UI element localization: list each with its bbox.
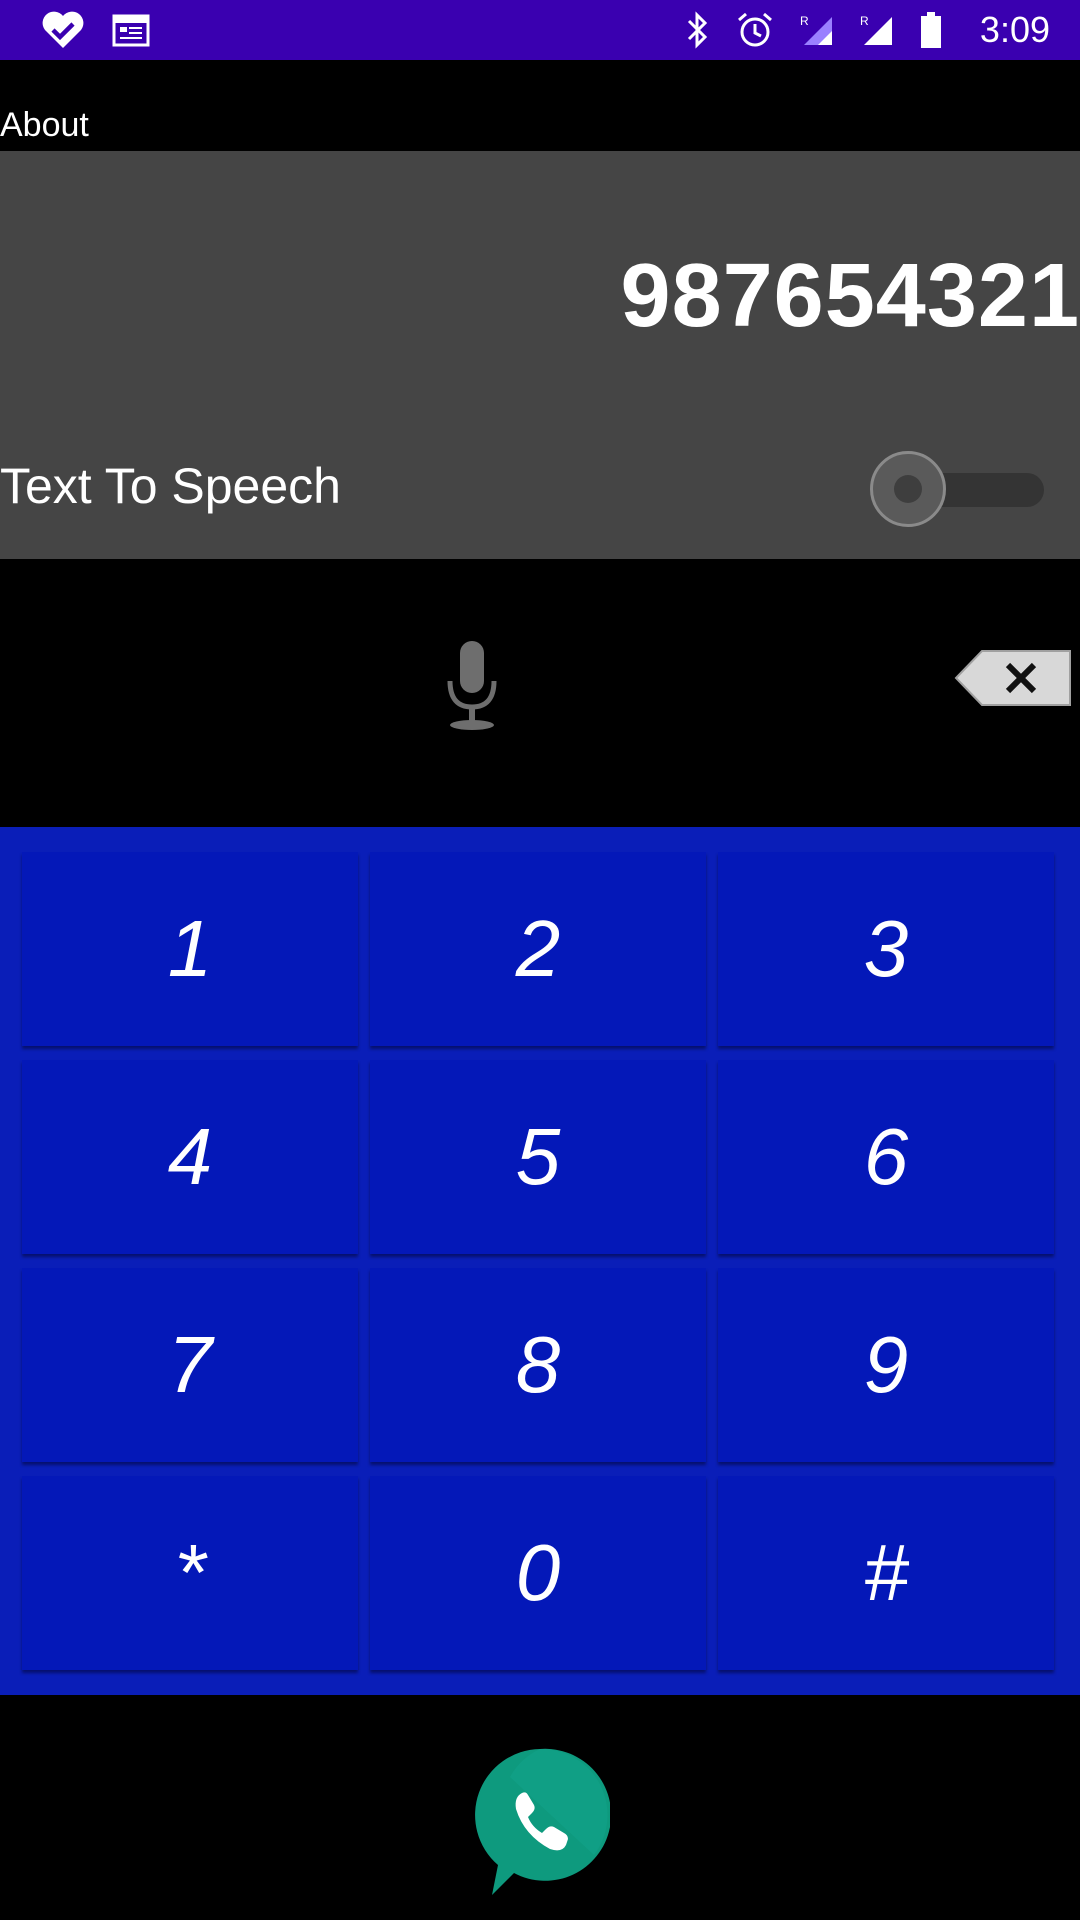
key-label: 9 xyxy=(863,1320,909,1409)
key-1[interactable]: 1 xyxy=(22,852,358,1046)
key-label: 8 xyxy=(515,1320,561,1409)
action-row xyxy=(0,559,1080,827)
status-time: 3:09 xyxy=(979,9,1050,50)
call-area xyxy=(0,1695,1080,1920)
alarm-icon xyxy=(736,11,774,49)
key-label: * xyxy=(174,1528,206,1617)
key-label: 4 xyxy=(167,1112,213,1201)
tts-label: Text To Speech xyxy=(0,458,341,514)
key-hash[interactable]: # xyxy=(718,1476,1054,1670)
key-label: 6 xyxy=(863,1112,909,1201)
key-label: 1 xyxy=(167,904,213,993)
key-8[interactable]: 8 xyxy=(370,1268,706,1462)
key-label: # xyxy=(863,1528,909,1617)
dialed-number: 987654321 xyxy=(620,246,1080,346)
svg-text:R: R xyxy=(860,14,869,28)
key-label: 3 xyxy=(863,904,909,993)
key-0[interactable]: 0 xyxy=(370,1476,706,1670)
key-3[interactable]: 3 xyxy=(718,852,1054,1046)
signal-roaming-icon: R xyxy=(860,13,894,47)
status-bar: R R 3:09 xyxy=(0,0,1080,60)
key-star[interactable]: * xyxy=(22,1476,358,1670)
key-6[interactable]: 6 xyxy=(718,1060,1054,1254)
heart-check-icon xyxy=(40,10,86,50)
key-9[interactable]: 9 xyxy=(718,1268,1054,1462)
tts-switch-thumb xyxy=(870,451,946,527)
svg-text:R: R xyxy=(800,14,809,28)
phone-icon xyxy=(475,1748,612,1895)
bluetooth-icon xyxy=(686,11,710,49)
key-label: 7 xyxy=(167,1320,213,1409)
status-left-icons xyxy=(40,10,150,50)
number-display-panel: 987654321 Text To Speech xyxy=(0,151,1080,559)
keypad: 1 2 3 4 5 6 7 8 9 * 0 # xyxy=(0,827,1080,1695)
key-7[interactable]: 7 xyxy=(22,1268,358,1462)
key-2[interactable]: 2 xyxy=(370,852,706,1046)
status-right-icons: R R 3:09 xyxy=(686,9,1050,51)
about-menu-item[interactable]: About xyxy=(0,106,89,145)
key-label: 2 xyxy=(515,904,561,993)
signal-roaming-icon: R xyxy=(800,13,834,47)
key-4[interactable]: 4 xyxy=(22,1060,358,1254)
top-menu-bar: About xyxy=(0,60,1080,151)
key-5[interactable]: 5 xyxy=(370,1060,706,1254)
call-button[interactable] xyxy=(470,1747,612,1897)
tts-toggle-switch[interactable] xyxy=(868,447,1046,527)
calendar-icon xyxy=(112,13,150,47)
key-label: 0 xyxy=(515,1528,561,1617)
backspace-icon[interactable] xyxy=(954,649,1072,707)
battery-icon xyxy=(920,11,942,49)
microphone-icon[interactable] xyxy=(430,637,514,747)
key-label: 5 xyxy=(515,1112,561,1201)
